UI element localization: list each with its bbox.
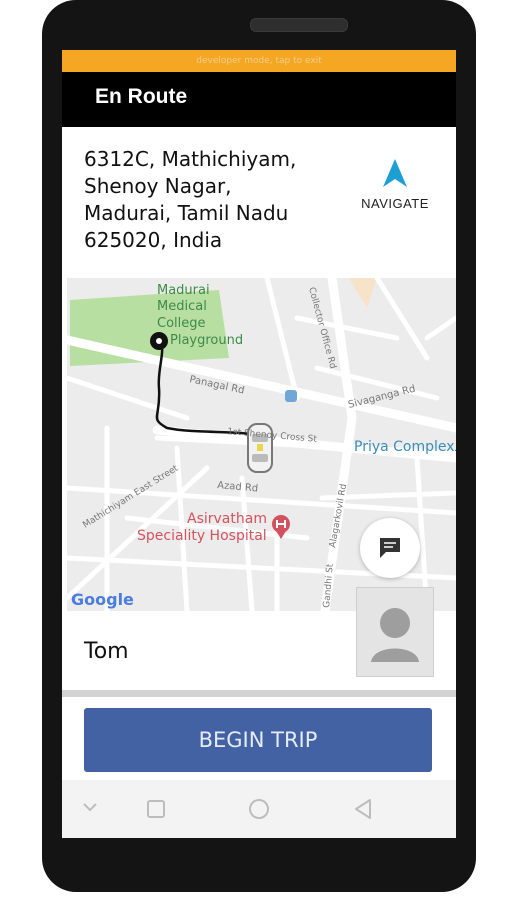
address-line: 625020, India	[84, 228, 223, 252]
bus-stop-icon	[285, 390, 297, 402]
address-line: 6312C, Mathichiyam,	[84, 147, 297, 171]
rider-name: Tom	[84, 639, 129, 664]
chat-button[interactable]	[360, 518, 420, 578]
phone-speaker	[250, 18, 348, 32]
recent-apps-icon[interactable]	[146, 780, 166, 838]
app-screen: developer mode, tap to exit En Route 631…	[62, 50, 456, 838]
divider	[62, 690, 456, 697]
rider-avatar	[356, 587, 434, 677]
back-icon[interactable]	[352, 780, 374, 838]
user-silhouette-icon	[371, 608, 419, 662]
chevron-down-icon[interactable]	[78, 780, 102, 838]
navigate-button[interactable]: NAVIGATE	[350, 158, 440, 222]
home-icon[interactable]	[247, 780, 271, 838]
begin-trip-button[interactable]: BEGIN TRIP	[84, 708, 432, 772]
navigate-label: NAVIGATE	[361, 196, 429, 211]
address-line: Shenoy Nagar,	[84, 174, 232, 198]
app-bar: En Route	[62, 72, 456, 127]
navigation-arrow-icon	[383, 159, 407, 187]
destination-address: 6312C, Mathichiyam, Shenoy Nagar, Madura…	[84, 146, 334, 254]
system-navigation-bar	[62, 780, 456, 838]
chat-icon	[380, 538, 400, 558]
map-label-priya-complex: Priya Complex	[354, 439, 455, 455]
address-line: Madurai, Tamil Nadu	[84, 201, 289, 225]
developer-mode-banner[interactable]: developer mode, tap to exit	[62, 50, 456, 72]
page-title: En Route	[95, 85, 188, 108]
google-logo: Google	[71, 590, 134, 609]
